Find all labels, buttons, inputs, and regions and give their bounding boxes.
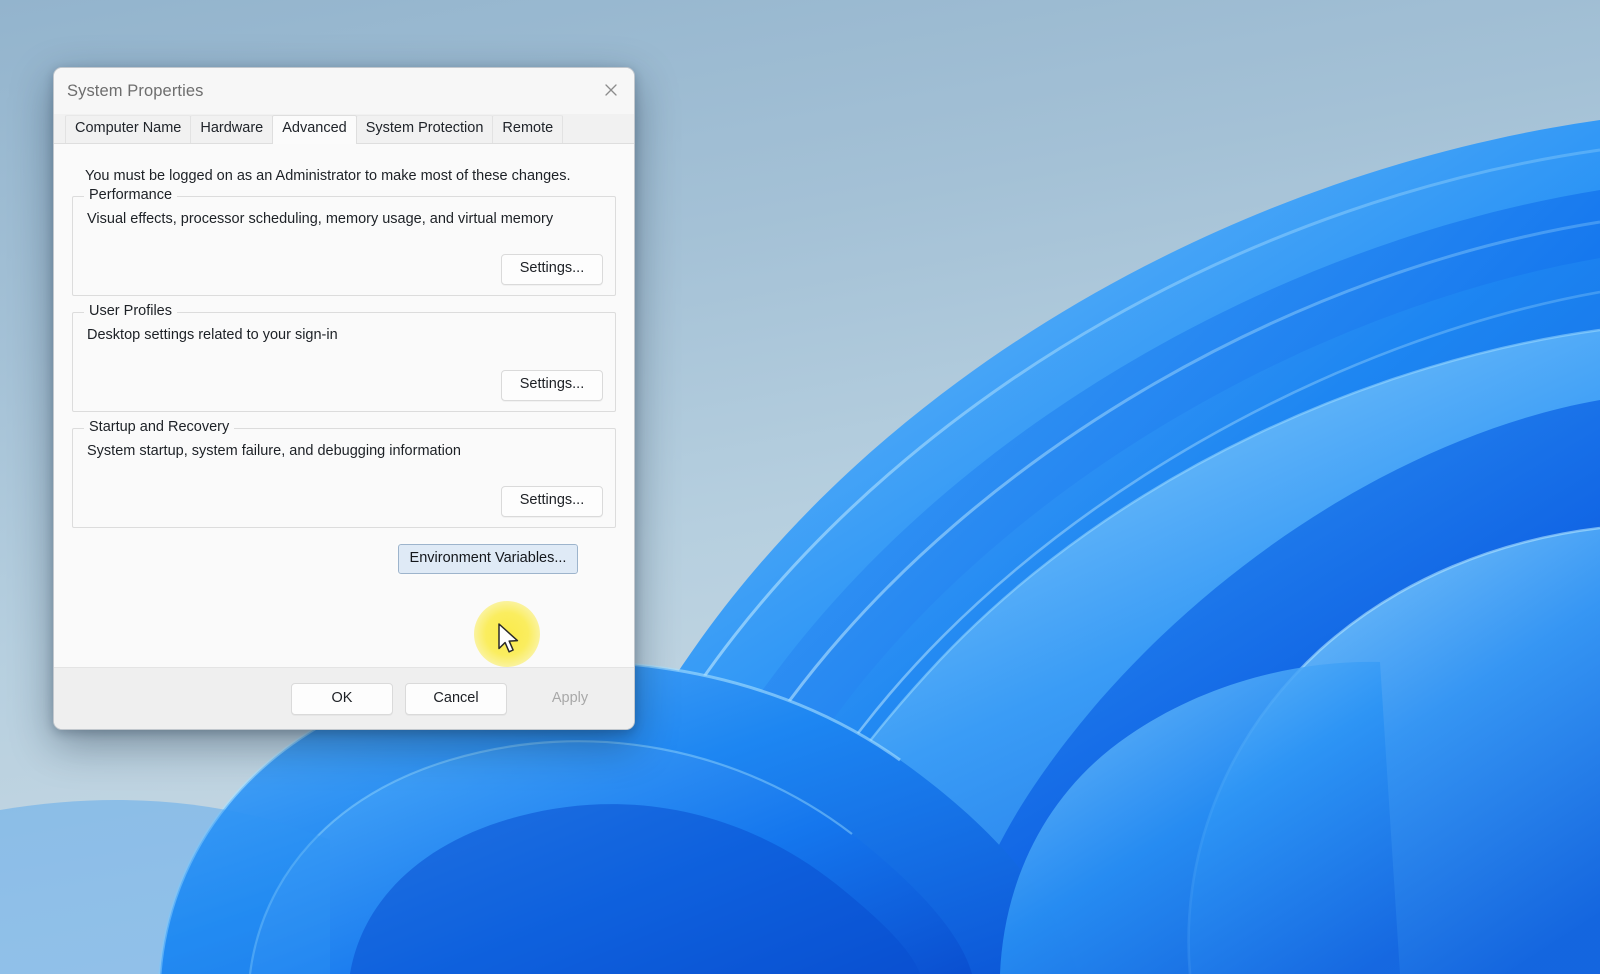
close-button[interactable] [588,68,634,112]
close-icon [605,84,617,96]
user-profiles-settings-button[interactable]: Settings... [501,370,603,401]
performance-settings-button[interactable]: Settings... [501,254,603,285]
tab-remote[interactable]: Remote [492,115,564,143]
desktop-screen: System Properties Computer Name Hardware… [0,0,1600,974]
performance-group-legend: Performance [84,187,178,203]
apply-button: Apply [519,682,621,715]
tab-advanced[interactable]: Advanced [272,115,357,144]
system-properties-dialog: System Properties Computer Name Hardware… [53,67,635,730]
tab-hardware[interactable]: Hardware [190,115,274,143]
ok-button[interactable]: OK [291,682,393,715]
tab-system-protection[interactable]: System Protection [355,115,494,143]
advanced-tab-panel: You must be logged on as an Administrato… [54,143,634,667]
user-profiles-group-legend: User Profiles [84,303,177,319]
startup-recovery-settings-button[interactable]: Settings... [501,486,603,517]
dialog-title: System Properties [67,81,204,100]
startup-recovery-group-legend: Startup and Recovery [84,419,235,435]
environment-variables-row: Environment Variables... [72,542,616,576]
dialog-titlebar: System Properties [54,68,634,114]
environment-variables-button[interactable]: Environment Variables... [396,542,580,576]
user-profiles-group: User Profiles Desktop settings related t… [72,303,616,412]
performance-group: Performance Visual effects, processor sc… [72,187,616,296]
tab-computer-name[interactable]: Computer Name [65,115,192,143]
startup-recovery-group: Startup and Recovery System startup, sys… [72,419,616,528]
cancel-button[interactable]: Cancel [405,682,507,715]
admin-note: You must be logged on as an Administrato… [85,168,571,184]
dialog-footer: OK Cancel Apply [54,667,634,729]
tab-strip: Computer Name Hardware Advanced System P… [54,114,634,144]
